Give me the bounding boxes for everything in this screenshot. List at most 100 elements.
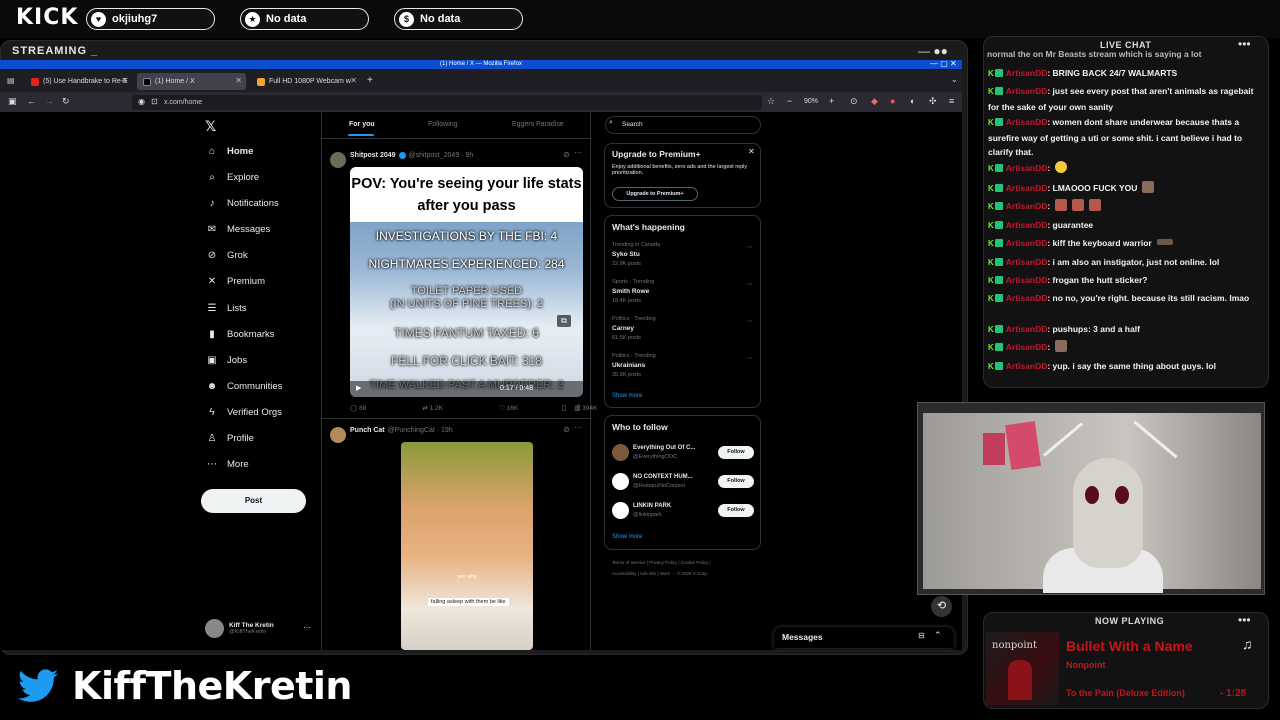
extension-icon[interactable]: ● [890, 96, 895, 106]
url-bar[interactable]: x.com/home [132, 95, 762, 110]
sidebar-item-verified-orgs[interactable]: ϟ Verified Orgs [205, 407, 282, 418]
share-icon[interactable]: ⇪ [575, 403, 582, 412]
chevron-down-icon[interactable]: ⌄ [951, 75, 958, 84]
sidebar-item-profile[interactable]: ♙ Profile [205, 433, 254, 444]
new-message-icon[interactable]: ⊟ [918, 631, 925, 640]
show-more-link[interactable]: Show more [612, 534, 642, 540]
tweet-media-video[interactable]: POV: You're seeing your life stats after… [350, 167, 583, 397]
extension-icon[interactable]: ◐ [910, 96, 915, 106]
tab-webcam[interactable]: Full HD 1080P Webcam w ✕ [251, 73, 361, 90]
x-search-input[interactable]: Search [605, 116, 761, 134]
upgrade-premium-button[interactable]: Upgrade to Premium+ [612, 187, 698, 201]
video-controls[interactable]: ▶ 0:17 / 0:48 [350, 381, 583, 397]
footer-links[interactable]: Accessibility | Ads info | More ··· © 20… [612, 571, 708, 576]
sidebar-item-grok[interactable]: ⊘ Grok [205, 250, 248, 261]
avatar[interactable] [612, 444, 629, 461]
avatar[interactable] [612, 502, 629, 519]
tab-list-icon[interactable]: ▤ [7, 76, 15, 85]
chat-username[interactable]: ArtisanDD [1006, 275, 1048, 285]
show-more-link[interactable]: Show more [612, 393, 642, 399]
trend-name[interactable]: Smith Rowe [612, 288, 649, 295]
chevron-up-icon[interactable]: ⌃ [934, 630, 942, 641]
suggestion-name[interactable]: LINKIN PARK [633, 503, 671, 509]
more-icon[interactable]: ••• [1238, 613, 1251, 627]
follow-button[interactable]: Follow [718, 475, 754, 488]
extension-icon[interactable]: ⊙ [850, 96, 858, 107]
extension-icon[interactable]: ◆ [871, 96, 878, 107]
lock-icon[interactable]: ⊡ [151, 97, 158, 106]
shield-icon[interactable]: ◉ [138, 97, 145, 106]
close-icon[interactable]: ✕ [748, 147, 755, 156]
tweet-author[interactable]: Punch Cat [350, 427, 385, 434]
sidebar-icon[interactable]: ▣ [8, 96, 17, 107]
follow-button[interactable]: Follow [718, 504, 754, 517]
zoom-in-icon[interactable]: + [829, 96, 834, 106]
chat-username[interactable]: ArtisanDD [1006, 238, 1048, 248]
avatar[interactable] [330, 427, 346, 443]
more-icon[interactable]: ⋯ [574, 148, 582, 157]
avatar[interactable] [330, 152, 346, 168]
tweet-author[interactable]: Shitpost 2049 [350, 152, 396, 159]
sidebar-item-premium[interactable]: ✕ Premium [205, 276, 265, 287]
more-icon[interactable]: ⋯ [574, 423, 582, 432]
chat-username[interactable]: ArtisanDD [1006, 183, 1048, 193]
chat-username[interactable]: ArtisanDD [1006, 86, 1048, 96]
more-icon[interactable]: ⋯ [746, 243, 753, 251]
chat-username[interactable]: ArtisanDD [1006, 68, 1048, 78]
more-icon[interactable]: ⋯ [746, 317, 753, 325]
chat-username[interactable]: ArtisanDD [1006, 220, 1048, 230]
sidebar-item-bookmarks[interactable]: ▮ Bookmarks [205, 329, 274, 340]
chat-username[interactable]: ArtisanDD [1006, 342, 1048, 352]
chat-username[interactable]: ArtisanDD [1006, 293, 1048, 303]
sidebar-item-lists[interactable]: ☰ Lists [205, 303, 247, 314]
bookmark-icon[interactable]: ▯ [562, 403, 566, 412]
tab-for-you[interactable]: For you [349, 121, 375, 128]
popout-icon[interactable]: ⧉ [557, 315, 571, 327]
reply-button[interactable]: ◯ 88 [350, 404, 394, 412]
chat-username[interactable]: ArtisanDD [1006, 324, 1048, 334]
refresh-icon[interactable]: ⟲ [931, 596, 952, 617]
grok-icon[interactable]: ⊘ [563, 150, 570, 159]
trend-name[interactable]: Carney [612, 325, 634, 332]
suggestion-name[interactable]: Everything Out Of C... [633, 445, 695, 451]
close-icon[interactable]: ✕ [350, 76, 357, 85]
back-icon[interactable]: ← [27, 96, 36, 106]
sidebar-item-notifications[interactable]: ♪ Notifications [205, 198, 279, 209]
sidebar-item-explore[interactable]: ⌕ Explore [205, 172, 259, 183]
like-button[interactable]: ♡ 16K [499, 404, 546, 412]
more-icon[interactable]: ⋯ [303, 623, 311, 632]
chat-username[interactable]: ArtisanDD [1006, 163, 1048, 173]
sidebar-item-home[interactable]: ⌂ Home [205, 146, 253, 157]
new-tab-icon[interactable]: + [367, 75, 373, 86]
trend-name[interactable]: Syko Stu [612, 251, 640, 258]
grok-icon[interactable]: ⊘ [563, 425, 570, 434]
tab-x-home[interactable]: (1) Home / X ✕ [137, 73, 246, 90]
avatar[interactable] [612, 473, 629, 490]
close-icon[interactable]: ✕ [235, 76, 242, 85]
menu-icon[interactable]: ≡ [949, 96, 954, 106]
sidebar-item-more[interactable]: ⋯ More [205, 459, 249, 470]
sidebar-item-communities[interactable]: ☻ Communities [205, 381, 283, 392]
suggestion-name[interactable]: NO CONTEXT HUM... [633, 474, 693, 480]
footer-links[interactable]: Terms of Service | Privacy Policy | Cook… [612, 560, 711, 565]
tab-eggers-paradise[interactable]: Eggers Paradise [512, 121, 564, 128]
bookmark-star-icon[interactable]: ☆ [767, 96, 775, 107]
tab-handbrake[interactable]: (5) Use Handbrake to Re-E ✕ [25, 73, 132, 90]
sidebar-item-jobs[interactable]: ▣ Jobs [205, 355, 247, 366]
trend-name[interactable]: Ukrainians [612, 362, 645, 369]
chat-username[interactable]: ArtisanDD [1006, 117, 1048, 127]
more-icon[interactable]: ⋯ [746, 354, 753, 362]
close-icon[interactable]: ✕ [121, 76, 128, 85]
follow-button[interactable]: Follow [718, 446, 754, 459]
x-logo-icon[interactable]: 𝕏 [205, 118, 216, 135]
sidebar-item-messages[interactable]: ✉ Messages [205, 224, 271, 235]
more-icon[interactable]: ••• [1238, 37, 1251, 51]
chat-username[interactable]: ArtisanDD [1006, 201, 1048, 211]
tab-following[interactable]: Following [428, 121, 458, 128]
puzzle-icon[interactable]: ✣ [929, 96, 937, 107]
forward-icon[interactable]: → [45, 96, 54, 106]
more-icon[interactable]: ⋯ [746, 280, 753, 288]
messages-drawer[interactable]: Messages [774, 627, 954, 648]
reload-icon[interactable]: ↻ [62, 96, 70, 107]
chat-username[interactable]: ArtisanDD [1006, 361, 1048, 371]
